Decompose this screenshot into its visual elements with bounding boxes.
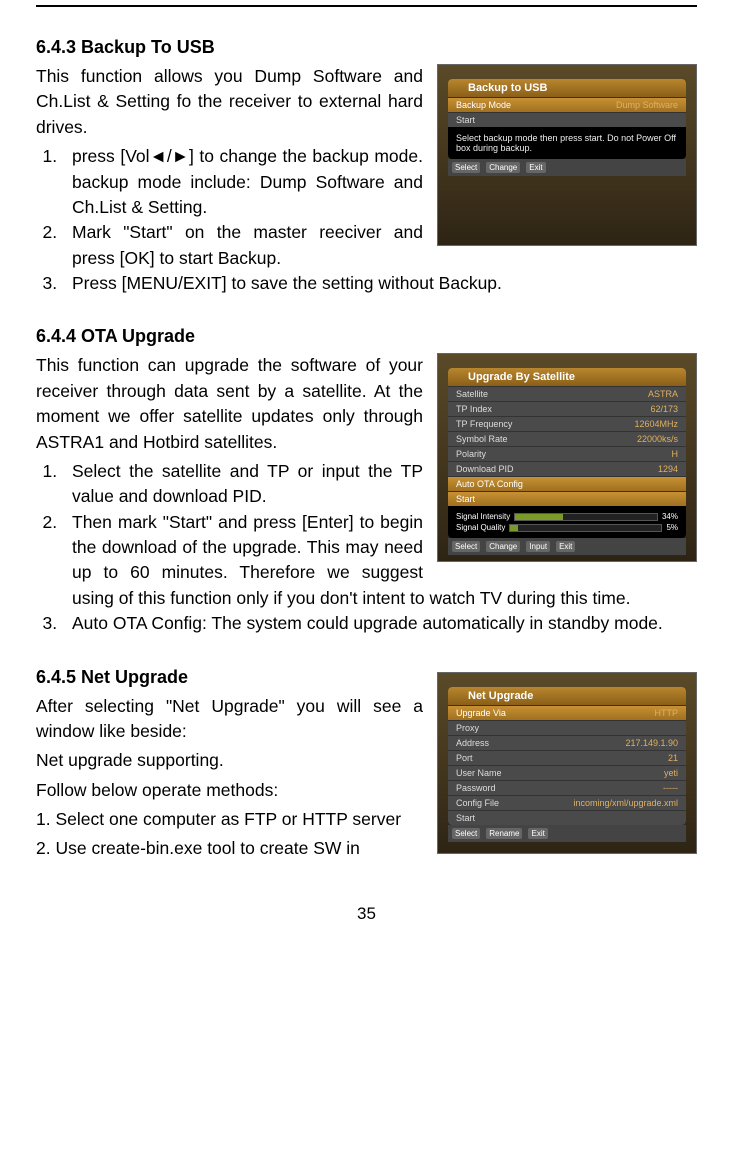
fig3-row-via: Upgrade ViaHTTP — [448, 705, 686, 720]
fig3-row-pass: Password----- — [448, 780, 686, 795]
fig2-title: Upgrade By Satellite — [448, 368, 686, 386]
fig2-row-start: Start — [448, 491, 686, 506]
fig3-title: Net Upgrade — [448, 687, 686, 705]
figure-backup-usb: Backup to USB Backup ModeDump Software S… — [437, 64, 697, 246]
fig2-row-auto: Auto OTA Config — [448, 476, 686, 491]
li-644-3: Auto OTA Config: The system could upgrad… — [62, 611, 697, 636]
fig3-row-cfg: Config Fileincoming/xml/upgrade.xml — [448, 795, 686, 810]
fig1-note: Select backup mode then press start. Do … — [448, 127, 686, 159]
fig2-sig-quality: Signal Quality5% — [456, 523, 678, 532]
figure-net-upgrade: Net Upgrade Upgrade ViaHTTP Proxy Addres… — [437, 672, 697, 854]
fig2-row-pol: PolarityH — [448, 446, 686, 461]
fig2-sig-intensity: Signal Intensity34% — [456, 512, 678, 521]
fig2-row-freq: TP Frequency12604MHz — [448, 416, 686, 431]
heading-643: 6.4.3 Backup To USB — [36, 37, 697, 58]
li-643-3: Press [MENU/EXIT] to save the setting wi… — [62, 271, 697, 296]
figure-ota-upgrade: Upgrade By Satellite SatelliteASTRA TP I… — [437, 353, 697, 562]
fig2-row-pid: Download PID1294 — [448, 461, 686, 476]
fig3-row-port: Port21 — [448, 750, 686, 765]
fig2-legend: SelectChangeInputExit — [448, 538, 686, 555]
fig1-row-mode: Backup ModeDump Software — [448, 97, 686, 112]
fig2-row-sat: SatelliteASTRA — [448, 386, 686, 401]
fig2-row-tpi: TP Index62/173 — [448, 401, 686, 416]
fig3-legend: SelectRenameExit — [448, 825, 686, 842]
page-number: 35 — [36, 904, 697, 924]
fig3-row-addr: Address217.149.1.90 — [448, 735, 686, 750]
fig1-title: Backup to USB — [448, 79, 686, 97]
fig1-row-start: Start — [448, 112, 686, 127]
heading-644: 6.4.4 OTA Upgrade — [36, 326, 697, 347]
fig3-row-proxy: Proxy — [448, 720, 686, 735]
header-rule — [36, 5, 697, 7]
fig3-row-start: Start — [448, 810, 686, 825]
fig3-row-user: User Nameyeti — [448, 765, 686, 780]
fig2-row-sym: Symbol Rate22000ks/s — [448, 431, 686, 446]
fig1-legend: SelectChangeExit — [448, 159, 686, 176]
